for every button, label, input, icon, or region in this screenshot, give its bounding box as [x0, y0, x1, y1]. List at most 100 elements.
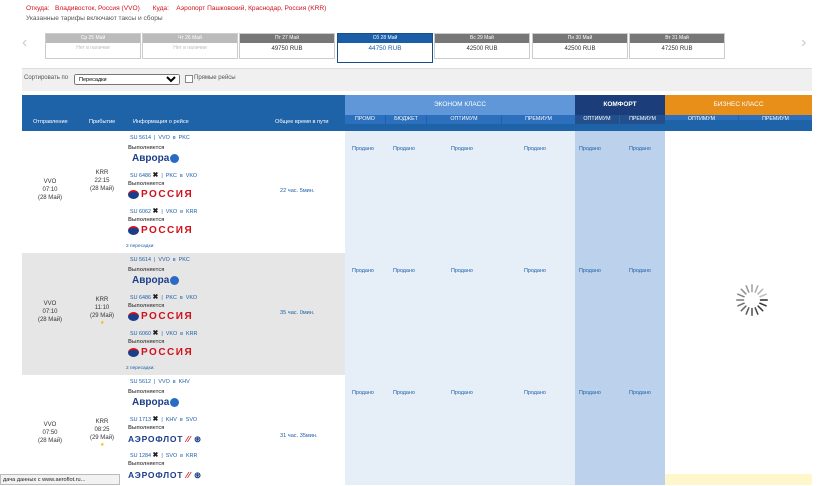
date-label: Пн 30 Май [533, 34, 627, 43]
carrier-name: РОССИЯ [141, 189, 194, 200]
segment-word: в [180, 209, 184, 215]
sub-comfort-premium: ПРЕМИУМ [620, 115, 665, 124]
fare-sold-out: Продано [352, 146, 374, 152]
flight-segment-link[interactable]: SU 1713 ✖ | KHV в SVO [130, 415, 197, 423]
col-departure[interactable]: Отправление [33, 119, 68, 125]
date-price: 42500 RUB [466, 46, 498, 52]
flight-number: SU 6486 [130, 295, 151, 301]
row-background [22, 375, 345, 485]
transfers-link[interactable]: 2 пересадки: [126, 366, 155, 371]
segment-from: VVO [158, 135, 170, 141]
transfers-link[interactable]: 2 пересадки: [126, 244, 155, 249]
date-cell[interactable]: Сб 28 Май 44750 RUB [337, 33, 433, 63]
close-x-icon: ✖ [152, 294, 159, 301]
aurora-mark-icon [170, 397, 180, 407]
rossiya-swirl-icon [128, 347, 139, 357]
departure-info: VVO 07:10 (28 Май) [30, 300, 70, 324]
comfort-class-header[interactable]: КОМФОРТ [575, 95, 665, 115]
segment-word: в [179, 295, 183, 301]
fare-sold-out: Продано [579, 268, 601, 274]
flight-number: SU 6060 [130, 331, 151, 337]
operated-by-label: Выполняется [128, 389, 165, 395]
date-cell[interactable]: Вс 29 Май 42500 RUB [434, 33, 530, 59]
sort-select[interactable]: Пересадки [74, 74, 180, 85]
segment-from: VKO [165, 331, 178, 337]
date-price: 49750 RUB [271, 46, 303, 52]
direct-flights-checkbox[interactable] [185, 75, 193, 83]
date-label: Чт 26 Май [143, 34, 237, 43]
prev-dates-arrow-icon[interactable]: ‹ [22, 34, 27, 52]
date-label: Вт 31 Май [630, 34, 724, 43]
fare-sold-out: Продано [352, 268, 374, 274]
arrival-time: 08:25 [94, 427, 110, 433]
flight-segment-link[interactable]: SU 5612 | VVO в KHV [130, 379, 190, 385]
operated-by-label: Выполняется [128, 217, 165, 223]
fare-sold-out: Продано [451, 268, 473, 274]
date-cell: Чт 26 Май Нет в наличии [142, 33, 238, 59]
rossiya-swirl-icon [128, 311, 139, 321]
segment-to: VKO [185, 173, 198, 179]
table-header: ЭКОНОМ КЛАСС КОМФОРТ БИЗНЕС КЛАСС Отправ… [22, 95, 812, 131]
date-label: Ср 25 Май [46, 34, 140, 43]
aurora-logo: Аврора [132, 153, 180, 164]
next-day-star-icon: ★ [100, 320, 105, 326]
flight-segment-link[interactable]: SU 1284 ✖ | SVO в KRR [130, 451, 197, 459]
flight-number: SU 1284 [130, 453, 151, 459]
operated-by-label: Выполняется [128, 303, 165, 309]
segment-from: PKC [165, 173, 177, 179]
aurora-mark-icon [170, 153, 180, 163]
sub-comfort-optimum: ОПТИМУМ [575, 115, 619, 124]
flight-segment-link[interactable]: SU 5614 | VVO в PKC [130, 135, 190, 141]
fare-sold-out: Продано [451, 390, 473, 396]
aurora-mark-icon [170, 275, 180, 285]
departure-date: (28 Май) [37, 438, 63, 444]
to-label: Куда: [152, 5, 169, 12]
rossiya-logo: РОССИЯ [128, 189, 193, 200]
segment-from: SVO [165, 453, 178, 459]
flight-segment-link[interactable]: SU 6486 ✖ | PKC в VKO [130, 293, 197, 301]
departure-time: 07:10 [42, 309, 58, 315]
fare-sold-out: Продано [629, 390, 651, 396]
date-cell[interactable]: Вт 31 Май 47250 RUB [629, 33, 725, 59]
date-price: Нет в наличии [173, 45, 207, 51]
loading-spinner-icon [736, 284, 768, 316]
aurora-logo: Аврора [132, 275, 180, 286]
segment-from: KHV [165, 417, 177, 423]
flight-number: SU 5614 [130, 135, 151, 141]
date-cell[interactable]: Пт 27 Май 49750 RUB [239, 33, 335, 59]
date-label: Пт 27 Май [240, 34, 334, 43]
segment-word: в [172, 257, 176, 263]
arrival-info: KRR 08:25 (29 Май) [82, 418, 122, 442]
departure-code: VVO [43, 301, 57, 307]
flight-number: SU 5612 [130, 379, 151, 385]
flight-segment-link[interactable]: SU 6060 ✖ | VKO в KRR [130, 329, 197, 337]
carrier-name: РОССИЯ [141, 347, 194, 358]
next-dates-arrow-icon[interactable]: › [801, 34, 806, 52]
search-header: Откуда: Владивосток, Россия (VVO) Куда: … [26, 4, 326, 24]
fare-sold-out: Продано [393, 268, 415, 274]
flight-segment-link[interactable]: SU 5614 | VVO в PKC [130, 257, 190, 263]
close-x-icon: ✖ [152, 330, 159, 337]
departure-date: (28 Май) [37, 317, 63, 323]
flight-segment-link[interactable]: SU 6062 ✖ | VKO в KRR [130, 207, 197, 215]
fare-sold-out: Продано [579, 390, 601, 396]
total-duration: 35 час. 0мин. [280, 310, 315, 316]
aeroflot-wing-icon: ⁄⁄ [183, 470, 191, 480]
sort-label: Сортировать по [24, 75, 69, 81]
sub-budget: БЮДЖЕТ [386, 115, 426, 124]
departure-time: 07:50 [42, 430, 58, 436]
segment-from: PKC [165, 295, 177, 301]
col-arrival[interactable]: Прибытие [89, 119, 115, 125]
sub-business-premium: ПРЕМИУМ [739, 115, 812, 120]
operated-by-label: Выполняется [128, 145, 165, 151]
col-total-time[interactable]: Общее время в пути [275, 119, 329, 125]
segment-to: PKC [178, 135, 190, 141]
flight-segment-link[interactable]: SU 6486 ✖ | PKC в VKO [130, 171, 197, 179]
economy-class-header[interactable]: ЭКОНОМ КЛАСС [345, 95, 575, 115]
date-cell[interactable]: Пн 30 Май 42500 RUB [532, 33, 628, 59]
business-class-header[interactable]: БИЗНЕС КЛАСС [665, 95, 812, 115]
carrier-name: Аврора [132, 275, 170, 286]
sub-business-optimum: ОПТИМУМ [665, 115, 738, 120]
close-x-icon: ✖ [152, 416, 159, 423]
fare-sold-out: Продано [524, 268, 546, 274]
